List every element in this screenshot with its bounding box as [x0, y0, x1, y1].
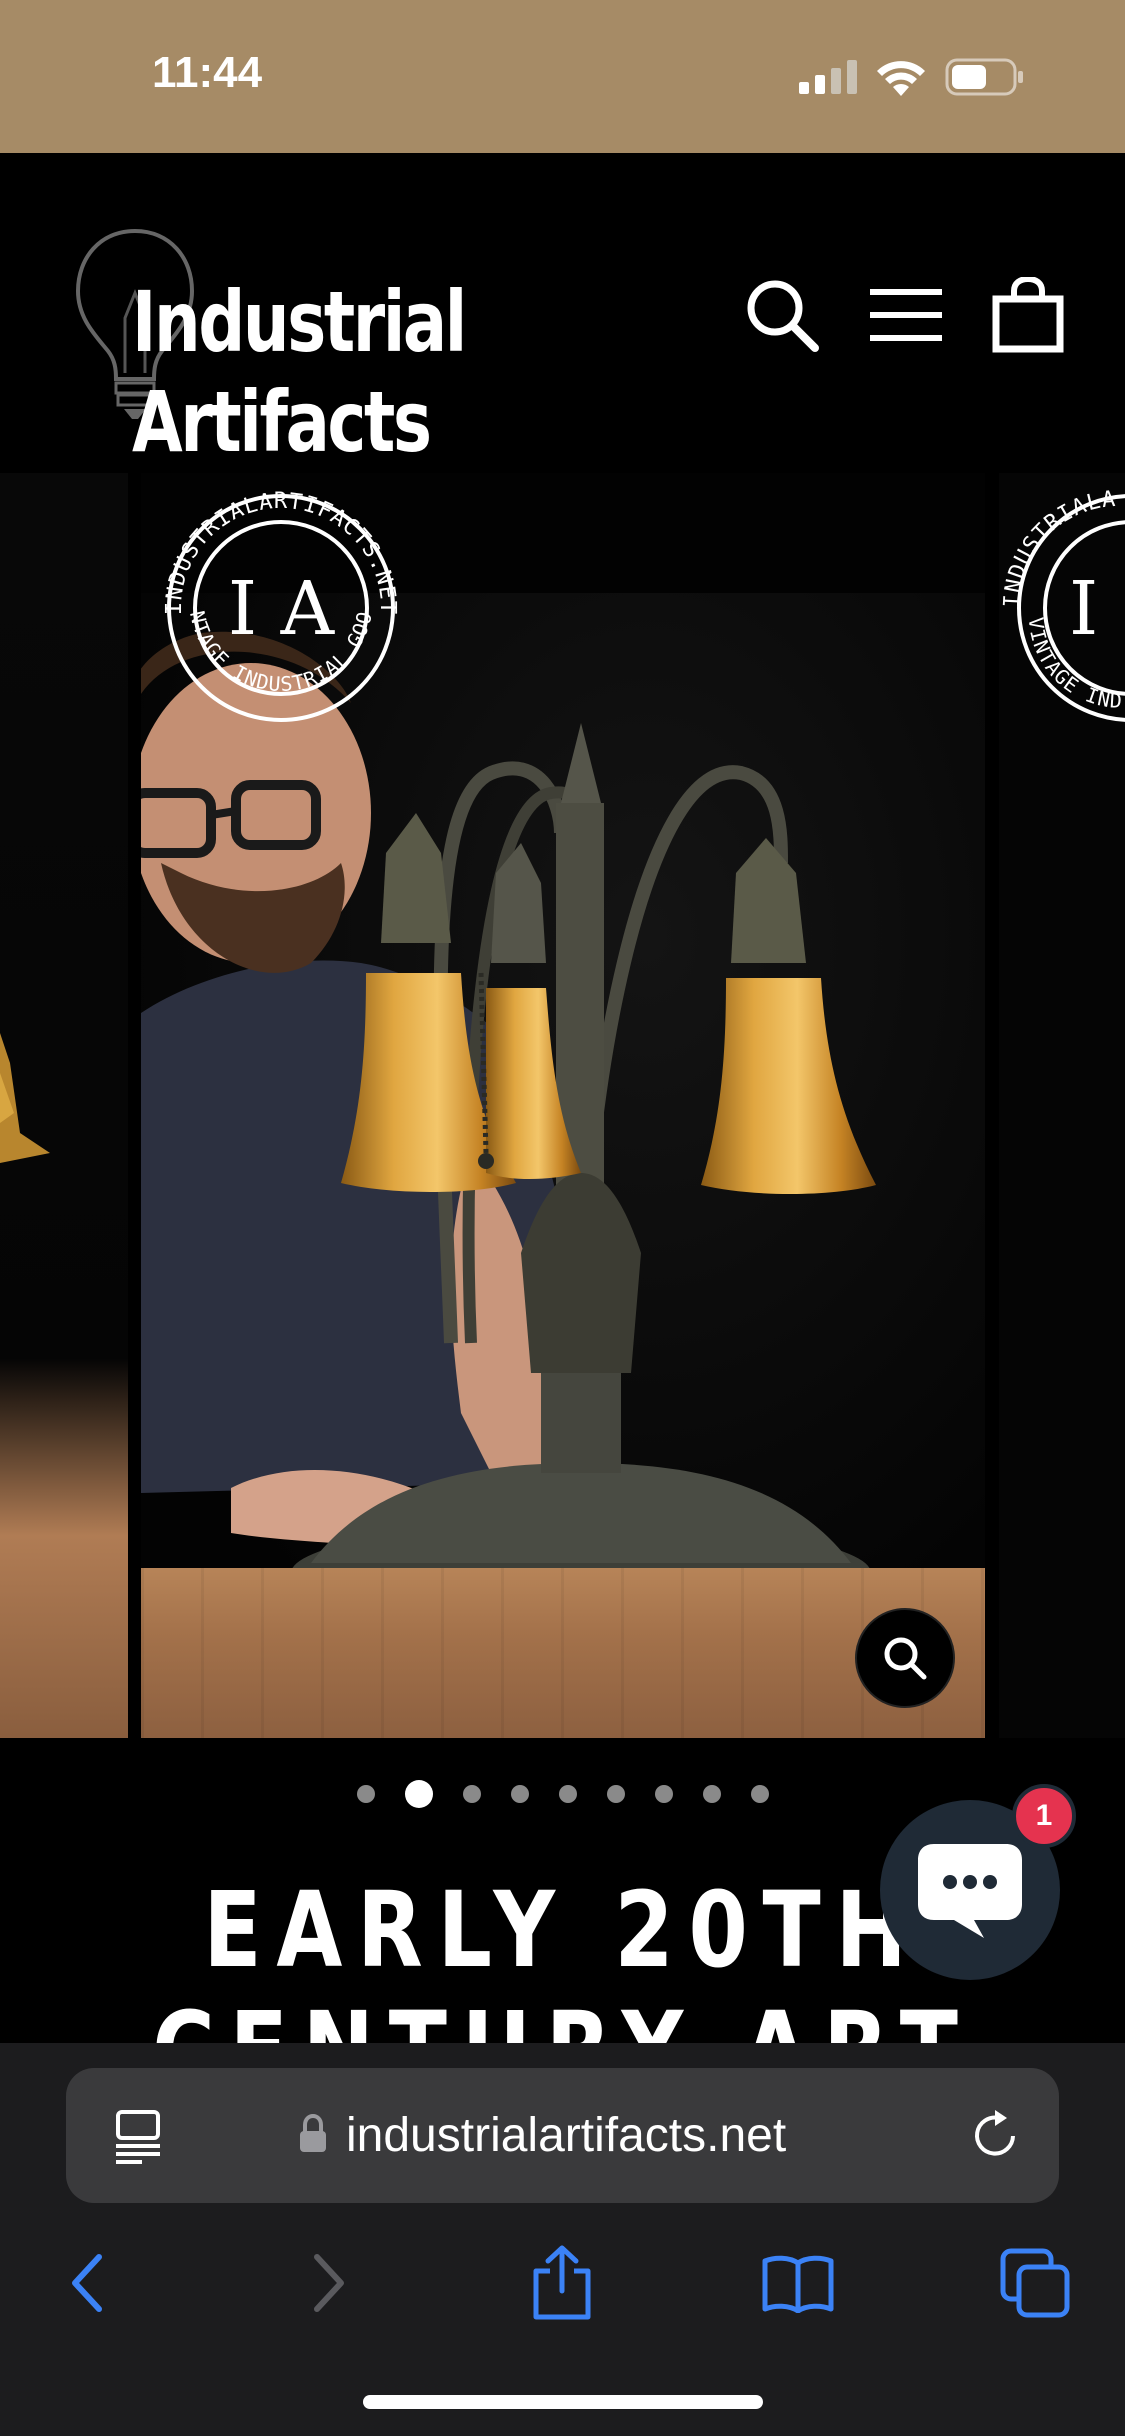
- seal-next-top-text: INDUSTRIALA: [1000, 487, 1117, 609]
- status-bar: 11:44: [0, 0, 1125, 153]
- gallery-slide-main[interactable]: INDUSTRIALARTIFACTS.NET VINTAGE INDUSTRI…: [141, 473, 985, 1738]
- carousel-dot-5[interactable]: [558, 1785, 577, 1803]
- tabs-button[interactable]: [990, 2238, 1080, 2328]
- product-image-gallery[interactable]: INDUSTRIALARTIFACTS.NET VINTAGE INDUSTRI…: [0, 473, 1125, 1738]
- logo-line-2: Artifacts: [132, 373, 432, 471]
- forward-icon: [314, 2254, 344, 2312]
- signal-icon: [799, 60, 857, 94]
- carousel-dot-8[interactable]: [702, 1785, 721, 1803]
- url-text: industrialartifacts.net: [346, 2109, 787, 2162]
- carousel-dot-4[interactable]: [510, 1785, 529, 1803]
- browser-toolbar: industrialartifacts.net: [0, 2043, 1125, 2436]
- status-time: 11:44: [152, 48, 263, 97]
- carousel-dot-7[interactable]: [654, 1785, 673, 1803]
- page-menu-icon[interactable]: [112, 2108, 164, 2164]
- zoom-button[interactable]: [855, 1608, 955, 1708]
- wifi-icon: [877, 61, 925, 96]
- cart-icon[interactable]: [988, 275, 1068, 355]
- carousel-dot-9[interactable]: [750, 1785, 769, 1803]
- carousel-dot-1[interactable]: [356, 1785, 375, 1803]
- home-indicator[interactable]: [363, 2395, 763, 2409]
- bookmarks-button[interactable]: [753, 2238, 843, 2328]
- carousel-dot-2[interactable]: [404, 1780, 433, 1808]
- status-icons: [799, 58, 1025, 96]
- watermark-seal: INDUSTRIALARTIFACTS.NET VINTAGE INDUSTRI…: [141, 473, 399, 722]
- reload-icon[interactable]: [969, 2108, 1023, 2164]
- logo-line-1: Industrial: [132, 273, 467, 371]
- site-logo[interactable]: Industrial Artifacts: [70, 213, 470, 471]
- lock-icon: [300, 2114, 326, 2152]
- magnifier-icon: [884, 1637, 927, 1680]
- watermark-seal-next: INDUSTRIALA VINTAGE IND I: [1000, 487, 1125, 722]
- site-header: Industrial Artifacts: [0, 153, 1125, 473]
- tabs-icon: [1000, 2248, 1070, 2318]
- seal-next-center-text: I: [1069, 566, 1098, 652]
- gallery-slide-previous[interactable]: [0, 473, 128, 1738]
- bookmarks-icon: [762, 2255, 834, 2313]
- gallery-slide-next[interactable]: INDUSTRIALA VINTAGE IND I: [999, 473, 1125, 1738]
- back-button[interactable]: [42, 2238, 132, 2328]
- address-bar[interactable]: industrialartifacts.net: [66, 2068, 1059, 2203]
- carousel-dot-6[interactable]: [606, 1785, 625, 1803]
- forward-button[interactable]: [284, 2238, 374, 2328]
- carousel-dot-3[interactable]: [462, 1785, 481, 1803]
- back-icon: [72, 2254, 102, 2312]
- search-icon[interactable]: [742, 275, 822, 355]
- seal-center-text: I A: [228, 566, 336, 652]
- battery-icon: [945, 58, 1023, 96]
- menu-icon[interactable]: [866, 275, 946, 355]
- chat-bubble-icon: [918, 1844, 1022, 1938]
- lamp-shade-partial: [0, 1033, 50, 1163]
- chat-unread-badge: 1: [1012, 1784, 1076, 1848]
- share-icon: [533, 2245, 591, 2320]
- svg-text:INDUSTRIALA: INDUSTRIALA: [1000, 487, 1118, 609]
- share-button[interactable]: [517, 2238, 607, 2328]
